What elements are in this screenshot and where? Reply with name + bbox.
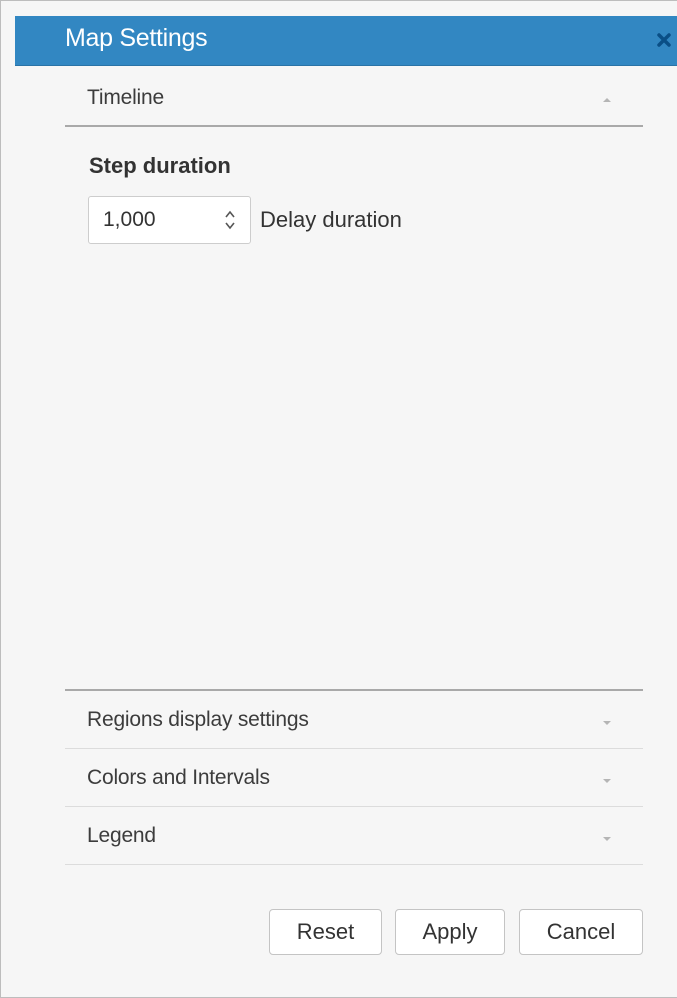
delay-duration-value[interactable]: 1,000 (103, 208, 156, 232)
map-settings-dialog: Map Settings Timeline Step duration 1,00… (0, 0, 677, 998)
chevron-up-icon (601, 92, 613, 102)
cancel-button[interactable]: Cancel (519, 909, 643, 955)
dialog-title: Map Settings (65, 24, 208, 52)
legend-section-header[interactable]: Legend (65, 807, 643, 865)
legend-section-label: Legend (87, 824, 156, 847)
spinner-arrows-icon[interactable] (223, 208, 237, 232)
delay-duration-spinner[interactable]: 1,000 (88, 196, 251, 244)
chevron-down-icon (601, 773, 613, 783)
step-duration-title: Step duration (89, 153, 231, 178)
dialog-titlebar: Map Settings (15, 16, 677, 66)
colors-section-header[interactable]: Colors and Intervals (65, 749, 643, 807)
regions-section-header[interactable]: Regions display settings (65, 691, 643, 749)
close-icon[interactable] (649, 25, 677, 55)
chevron-down-icon (601, 715, 613, 725)
timeline-section-header[interactable]: Timeline (65, 67, 643, 127)
regions-section-label: Regions display settings (87, 708, 309, 731)
reset-button[interactable]: Reset (269, 909, 382, 955)
apply-button[interactable]: Apply (395, 909, 505, 955)
timeline-section-body: Step duration 1,000 Delay duration (65, 129, 643, 689)
colors-section-label: Colors and Intervals (87, 766, 270, 789)
timeline-section-label: Timeline (87, 86, 164, 109)
chevron-down-icon (601, 831, 613, 841)
delay-duration-label: Delay duration (260, 207, 402, 232)
